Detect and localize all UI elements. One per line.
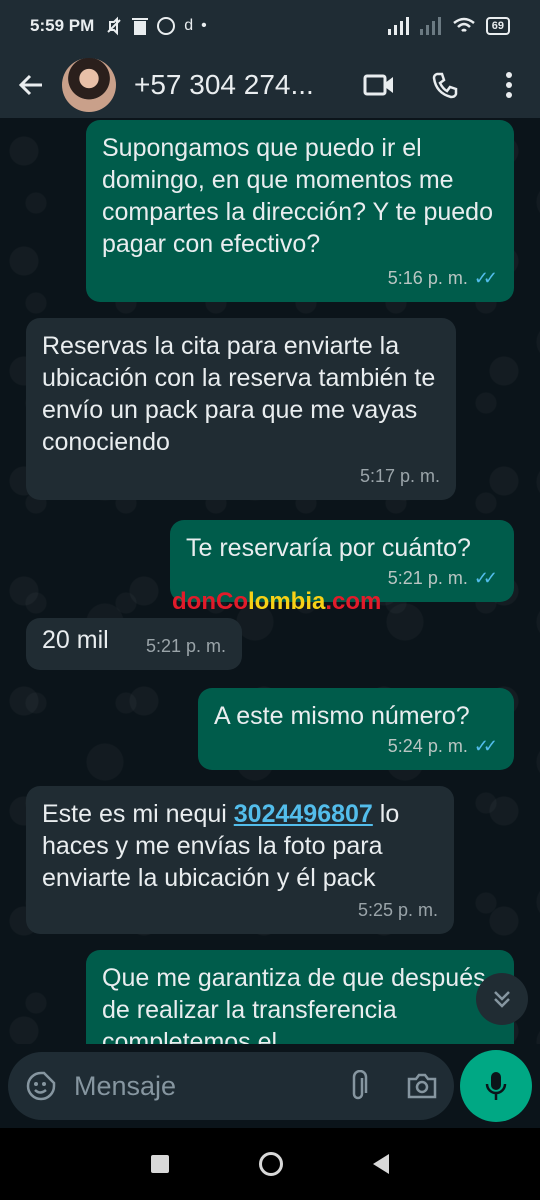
microphone-icon [485,1072,507,1100]
voice-call-button[interactable] [412,71,478,99]
chat-area[interactable]: Supongamos que puedo ir el domingo, en q… [0,118,540,1044]
message-text-start: Este es mi nequi [42,800,234,828]
app-d-icon: d [184,17,194,34]
double-chevron-down-icon [494,991,510,1008]
more-vert-icon [506,72,512,98]
video-call-icon [363,74,393,96]
message-text: Te reservaría por cuánto? [186,534,471,562]
read-receipt-icon: ✓✓ [473,568,498,588]
home-button[interactable] [259,1152,283,1176]
voice-record-button[interactable] [460,1050,532,1122]
contact-name[interactable]: +57 304 274... [134,69,346,101]
message-time: 5:21 p. m. [387,568,468,588]
battery-indicator: 69 [485,17,510,35]
paperclip-icon [352,1070,368,1100]
recents-button[interactable] [151,1155,169,1173]
message-text: Supongamos que puedo ir el domingo, en q… [102,134,493,258]
message-bubble-outgoing[interactable]: A este mismo número? 5:24 p. m. ✓✓ [198,688,514,770]
message-placeholder: Mensaje [74,1070,177,1101]
mute-icon [107,16,121,36]
more-options-button[interactable] [478,71,540,99]
avatar[interactable] [62,58,116,112]
phone-icon [432,72,458,99]
video-call-button[interactable] [346,73,412,97]
message-bubble-incoming[interactable]: 20 mil 5:21 p. m. [26,618,242,670]
camera-button[interactable] [390,1072,454,1100]
whatsapp-icon [157,17,176,35]
watermark: donColombia.com [172,588,382,615]
scroll-to-bottom-button[interactable] [476,973,528,1025]
status-bar: 5:59 PM d • 69 [0,0,540,52]
signal-icon [387,17,409,35]
message-text: 20 mil [42,626,109,654]
back-button[interactable] [0,72,62,98]
read-receipt-icon: ✓✓ [473,268,498,288]
message-text: Que me garantiza de que después de reali… [102,964,486,1044]
message-time: 5:16 p. m. [387,268,468,288]
message-time: 5:17 p. m. [359,466,440,486]
phone-number-link[interactable]: 3024496807 [234,800,373,828]
message-bubble-incoming[interactable]: Reservas la cita para enviarte la ubicac… [26,318,456,500]
chat-header: +57 304 274... [0,52,540,118]
status-time: 5:59 PM [30,16,95,35]
message-time: 5:24 p. m. [387,736,468,756]
composer-bar: Mensaje [0,1044,540,1128]
emoji-button[interactable] [8,1071,74,1101]
attach-button[interactable] [326,1070,390,1102]
message-time: 5:25 p. m. [357,900,438,920]
message-text: A este mismo número? [214,702,470,730]
back-arrow-icon [18,74,42,96]
system-nav-bar [0,1128,540,1200]
camera-icon [407,1073,437,1099]
emoji-sticker-icon [26,1071,56,1101]
wifi-icon [452,17,475,32]
system-back-button[interactable] [373,1154,389,1174]
message-text: Reservas la cita para enviarte la ubicac… [42,332,436,456]
message-bubble-incoming[interactable]: Este es mi nequi 3024496807 lo haces y m… [26,786,454,934]
signal-2-icon [419,17,441,35]
message-input[interactable]: Mensaje [8,1052,454,1120]
message-bubble-outgoing[interactable]: Supongamos que puedo ir el domingo, en q… [86,120,514,302]
message-bubble-outgoing[interactable]: Que me garantiza de que después de reali… [86,950,514,1044]
message-time: 5:21 p. m. [145,636,226,656]
read-receipt-icon: ✓✓ [473,736,498,756]
dot-icon: • [201,17,207,34]
trash-icon [132,18,149,35]
